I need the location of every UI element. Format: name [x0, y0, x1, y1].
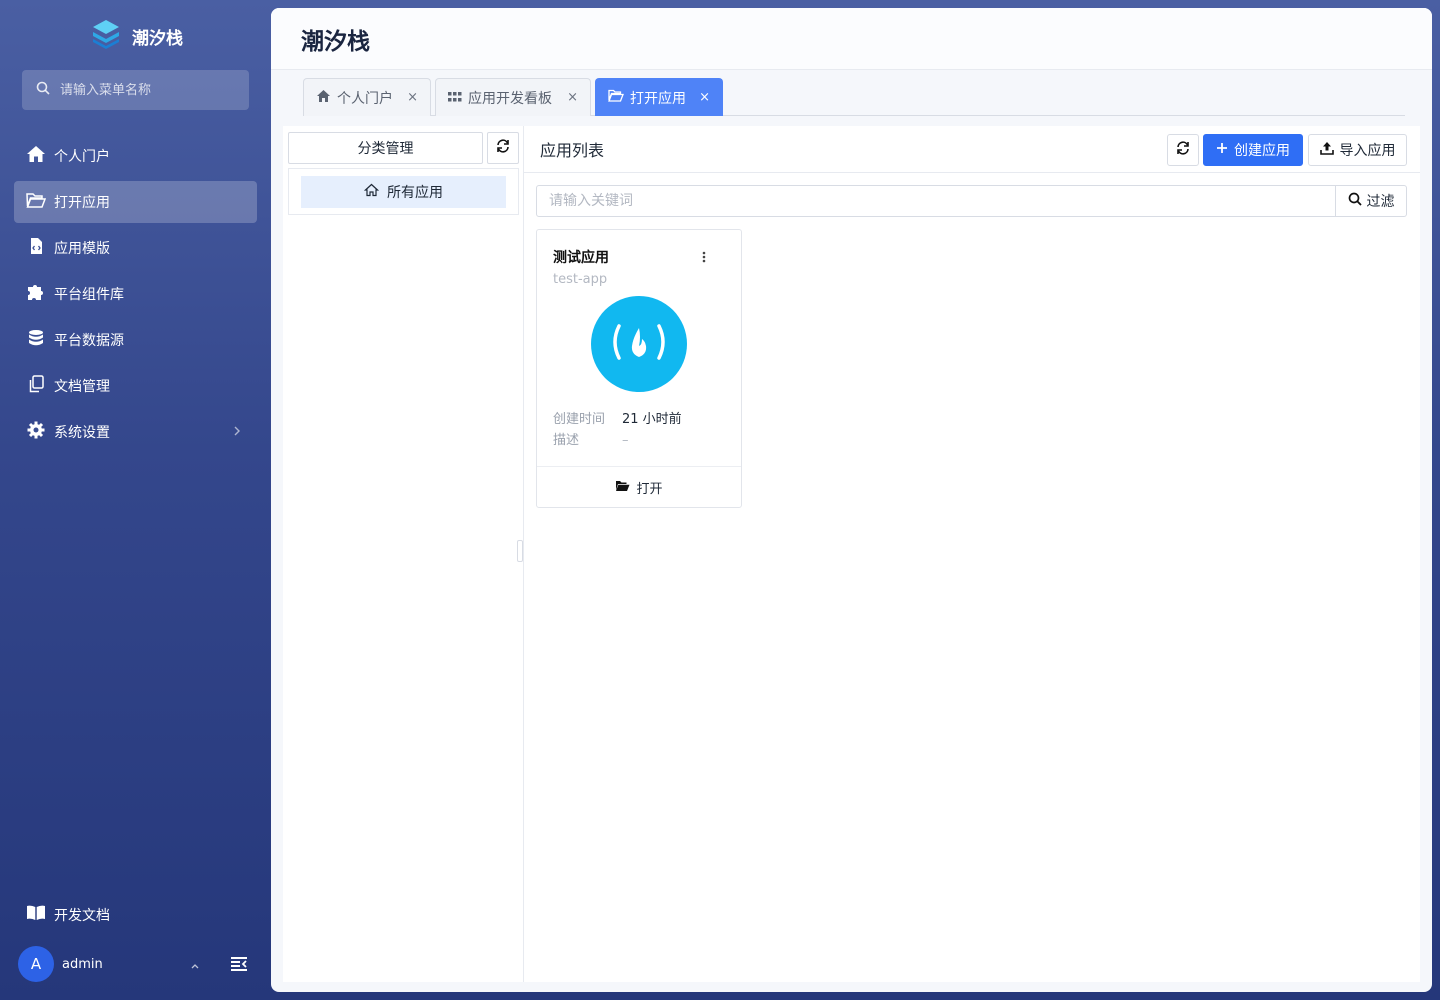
dev-docs-label: 开发文档	[54, 908, 110, 924]
sidebar-item-system-settings[interactable]: 系统设置	[14, 411, 257, 453]
sidebar-item-label: 文档管理	[54, 379, 110, 395]
plus-icon	[1216, 142, 1228, 158]
open-app-label: 打开	[636, 482, 663, 497]
content-area: 分类管理 所有应用 应用列表 创建应用 导入应用 请输入关键词 过滤 测试应用 …	[283, 126, 1420, 982]
tab-open-app[interactable]: 打开应用 ×	[595, 78, 723, 116]
sidebar: 潮汐栈 个人门户 打开应用 应用模版	[0, 0, 271, 1000]
import-app-button[interactable]: 导入应用	[1308, 134, 1407, 166]
filter-label: 过滤	[1366, 194, 1395, 210]
folder-open-icon	[26, 192, 47, 212]
sidebar-item-personal-portal[interactable]: 个人门户	[14, 135, 257, 177]
open-app-button[interactable]: 打开	[537, 466, 741, 508]
sidebar-item-label: 打开应用	[54, 195, 110, 211]
tab-personal-portal[interactable]: 个人门户 ×	[303, 78, 431, 116]
refresh-icon	[1176, 141, 1190, 159]
home-outline-icon	[363, 183, 380, 201]
category-node-all-apps[interactable]: 所有应用	[301, 176, 506, 208]
user-name: admin	[62, 956, 103, 972]
app-list-title: 应用列表	[540, 141, 605, 160]
tab-bar: 个人门户 × 应用开发看板 × 打开应用 ×	[303, 78, 1405, 116]
app-search-bar: 过滤	[536, 185, 1407, 217]
app-logo	[591, 296, 687, 392]
app-card-meta: 创建时间 21 小时前 描述 –	[553, 409, 682, 451]
sidebar-item-label: 平台数据源	[54, 333, 124, 349]
app-list-header: 应用列表 创建应用 导入应用	[524, 126, 1420, 173]
created-label: 创建时间	[553, 412, 606, 427]
panel-resize-handle[interactable]	[517, 540, 523, 562]
folder-open-icon	[615, 480, 630, 496]
chevron-right-icon	[233, 425, 241, 441]
close-icon[interactable]: ×	[567, 90, 578, 105]
create-app-button[interactable]: 创建应用	[1203, 134, 1303, 166]
tab-app-dev-board[interactable]: 应用开发看板 ×	[435, 78, 591, 116]
import-app-label: 导入应用	[1339, 143, 1396, 159]
avatar: A	[18, 946, 54, 982]
create-app-label: 创建应用	[1234, 143, 1290, 159]
user-menu[interactable]: A admin	[18, 946, 258, 982]
chevron-up-icon[interactable]	[190, 958, 200, 974]
category-manage-button[interactable]: 分类管理	[288, 132, 483, 164]
sidebar-item-component-library[interactable]: 平台组件库	[14, 273, 257, 315]
sidebar-item-label: 应用模版	[54, 241, 110, 257]
page-title: 潮汐栈	[301, 28, 370, 55]
sidebar-item-label: 系统设置	[54, 425, 110, 441]
description-label: 描述	[553, 433, 580, 448]
app-card-name: 测试应用	[553, 250, 609, 266]
home-icon	[316, 89, 331, 107]
filter-button[interactable]: 过滤	[1335, 186, 1406, 216]
tab-label: 应用开发看板	[468, 90, 552, 107]
meta-created: 创建时间 21 小时前	[553, 409, 682, 430]
category-node-label: 所有应用	[387, 185, 443, 201]
refresh-icon	[496, 139, 510, 157]
search-icon	[1348, 192, 1362, 210]
close-icon[interactable]: ×	[699, 90, 710, 105]
sidebar-item-doc-manage[interactable]: 文档管理	[14, 365, 257, 407]
sidebar-item-datasource[interactable]: 平台数据源	[14, 319, 257, 361]
sidebar-item-label: 平台组件库	[54, 287, 124, 303]
category-panel: 分类管理 所有应用	[283, 126, 524, 982]
sidebar-item-open-app[interactable]: 打开应用	[14, 181, 257, 223]
fire-signal-icon	[609, 320, 669, 368]
app-search-input[interactable]	[537, 186, 1335, 216]
description-value: –	[622, 433, 629, 448]
app-list-panel: 应用列表 创建应用 导入应用 请输入关键词 过滤 测试应用 test-app 创…	[524, 126, 1420, 982]
page-header: 潮汐栈	[271, 8, 1432, 70]
puzzle-icon	[26, 283, 46, 305]
copy-icon	[26, 375, 46, 397]
close-icon[interactable]: ×	[407, 90, 418, 105]
database-icon	[26, 329, 46, 351]
search-icon	[36, 81, 50, 99]
brand-logo-icon	[90, 18, 122, 54]
dev-docs-link[interactable]: 开发文档	[26, 904, 110, 926]
app-refresh-button[interactable]	[1167, 134, 1199, 166]
home-icon	[26, 145, 46, 167]
book-open-icon	[26, 904, 46, 926]
main-panel: 潮汐栈 个人门户 × 应用开发看板 × 打开应用 × 分类管理 所有应用 应用列…	[271, 8, 1432, 992]
menu-search-input[interactable]	[60, 82, 230, 98]
collapse-sidebar-icon[interactable]	[230, 955, 248, 977]
more-vertical-icon[interactable]	[701, 250, 707, 268]
created-value: 21 小时前	[622, 412, 682, 427]
menu-search[interactable]	[22, 70, 249, 110]
sidebar-item-label: 个人门户	[54, 149, 110, 165]
brand[interactable]: 潮汐栈	[90, 20, 183, 52]
gear-icon	[26, 421, 46, 443]
category-refresh-button[interactable]	[487, 132, 519, 164]
grid-icon	[448, 90, 462, 106]
sidebar-menu: 个人门户 打开应用 应用模版 平台组件库 平台数据源 文档管理 系统设置	[14, 135, 257, 457]
category-tree: 所有应用	[288, 168, 519, 215]
brand-name: 潮汐栈	[132, 28, 183, 49]
app-card[interactable]: 测试应用 test-app 创建时间 21 小时前 描述 – 打开	[536, 229, 742, 508]
folder-open-icon	[608, 89, 624, 106]
upload-icon	[1319, 141, 1334, 159]
app-card-code: test-app	[553, 272, 608, 287]
tab-label: 打开应用	[630, 90, 686, 107]
tab-label: 个人门户	[337, 90, 393, 107]
file-code-icon	[26, 237, 46, 259]
meta-description: 描述 –	[553, 430, 682, 451]
sidebar-item-app-template[interactable]: 应用模版	[14, 227, 257, 269]
